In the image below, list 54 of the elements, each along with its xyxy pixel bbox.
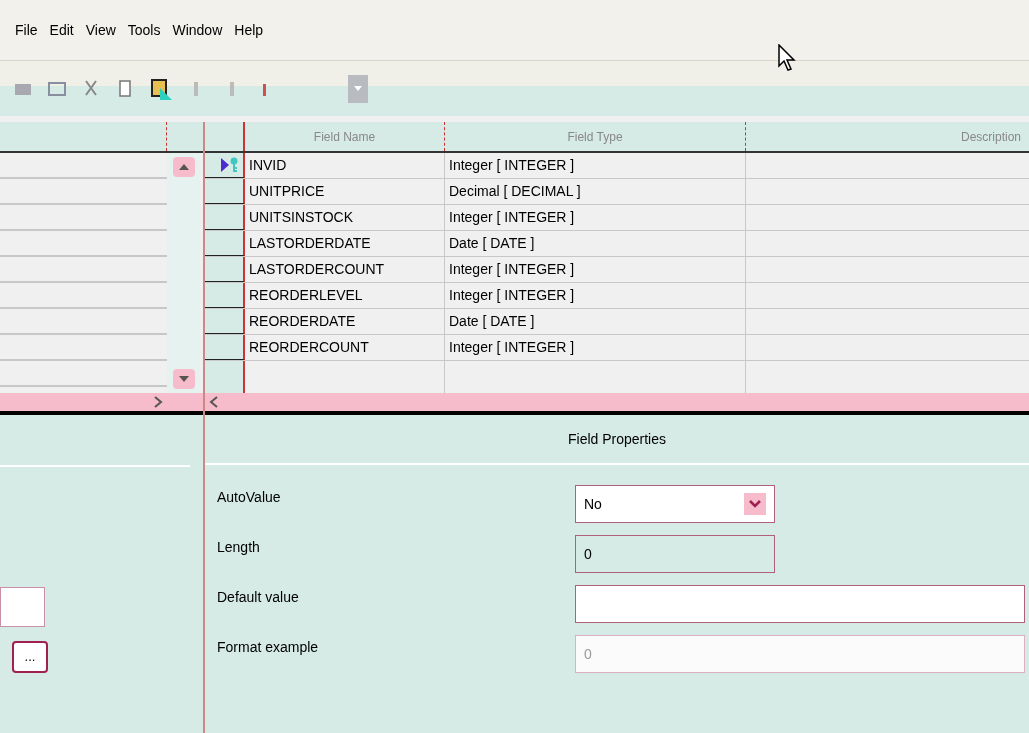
- dropdown-value: No: [584, 494, 602, 514]
- dropdown-field[interactable]: No: [575, 485, 775, 523]
- table-cell: INVID: [245, 153, 445, 178]
- text-field[interactable]: [575, 585, 1025, 623]
- table-cell: Integer [ INTEGER ]: [445, 257, 746, 282]
- row-selector[interactable]: [205, 205, 245, 230]
- scroll-up-icon[interactable]: [178, 164, 189, 170]
- table-cell: REORDERCOUNT: [245, 335, 445, 360]
- section-title: Field Properties: [567, 429, 666, 449]
- table-cell: Date [ DATE ]: [445, 231, 746, 256]
- menu-item[interactable]: View: [85, 19, 116, 41]
- field-label: Length: [217, 538, 261, 557]
- row-selector[interactable]: [205, 283, 245, 308]
- table-cell: Integer [ INTEGER ]: [445, 283, 746, 308]
- table-cell: REORDERLEVEL: [245, 283, 445, 308]
- row-selector[interactable]: [205, 257, 245, 282]
- row-selector[interactable]: [205, 179, 245, 204]
- table-cell: Decimal [ DECIMAL ]: [445, 179, 746, 204]
- table-cell: Integer [ INTEGER ]: [445, 335, 746, 360]
- vertical-scrollbar[interactable]: [167, 153, 200, 393]
- chevron-down-icon: [749, 500, 761, 508]
- menu-item[interactable]: Tools: [127, 19, 161, 41]
- field-label: Default value: [217, 588, 300, 607]
- row-pointer-icon: [221, 158, 229, 172]
- caret-icon: [354, 86, 362, 91]
- field-label: AutoValue: [217, 488, 282, 507]
- menu-item[interactable]: Window: [172, 19, 223, 41]
- row-selector[interactable]: [205, 153, 245, 178]
- row-selector[interactable]: [205, 309, 245, 334]
- mouse-pointer-icon: [778, 44, 798, 72]
- table-cell: Integer [ INTEGER ]: [445, 205, 746, 230]
- table-cell: LASTORDERDATE: [245, 231, 445, 256]
- table-cell: UNITSINSTOCK: [245, 205, 445, 230]
- menu-item[interactable]: Edit: [49, 19, 74, 41]
- scroll-right-icon[interactable]: [153, 396, 163, 408]
- scroll-down-icon[interactable]: [178, 376, 189, 382]
- table-cell: Date [ DATE ]: [445, 309, 746, 334]
- table-cell: UNITPRICE: [245, 179, 445, 204]
- row-selector[interactable]: [205, 231, 245, 256]
- length-field[interactable]: 0: [575, 535, 775, 573]
- text-field[interactable]: [0, 587, 45, 627]
- menu-item[interactable]: Help: [234, 19, 264, 41]
- field-label: Format example: [217, 638, 320, 657]
- horizontal-scrollbar[interactable]: [205, 393, 1029, 415]
- menu-item[interactable]: File: [15, 19, 38, 41]
- key-icon: [229, 157, 239, 173]
- table-cell: LASTORDERCOUNT: [245, 257, 445, 282]
- browse-button[interactable]: ...: [12, 641, 48, 673]
- table-cell: REORDERDATE: [245, 309, 445, 334]
- row-selector[interactable]: [205, 335, 245, 360]
- scroll-left-icon[interactable]: [209, 396, 219, 408]
- horizontal-scrollbar[interactable]: [0, 393, 203, 415]
- table-cell: Integer [ INTEGER ]: [445, 153, 746, 178]
- new-row-selector[interactable]: [205, 361, 245, 393]
